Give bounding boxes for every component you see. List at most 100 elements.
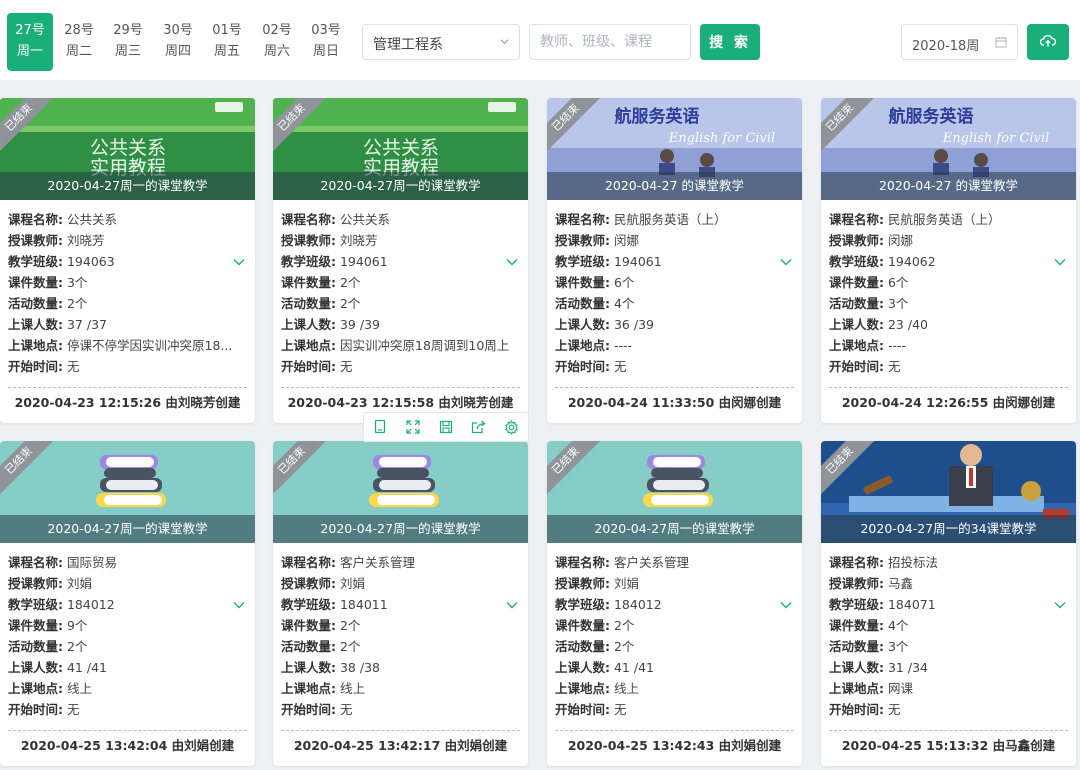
card-title: 2020-04-27周一的34课堂教学 [821, 515, 1076, 543]
chevron-down-icon[interactable] [506, 256, 518, 268]
card-title: 2020-04-27周一的课堂教学 [273, 515, 528, 543]
teacher-row: 授课教师: 闵娜 [555, 230, 794, 251]
location-row: 上课地点: ---- [555, 335, 794, 356]
activities-count: 2个 [339, 639, 361, 654]
card-title: 2020-04-27 的课堂教学 [547, 172, 802, 200]
day-date: 30号 [163, 23, 193, 38]
class-row: 教学班级: 194061 [555, 251, 794, 272]
chevron-down-icon[interactable] [1054, 599, 1066, 611]
card-toolbar [363, 412, 529, 442]
field-label: 授课教师: [555, 233, 610, 248]
course-cover: 已结束 2020-04-27周一的课堂教学 [547, 441, 802, 543]
field-label: 开始时间: [281, 702, 336, 717]
start-row: 开始时间: 无 [8, 356, 247, 377]
location-row: 上课地点: 因实训冲突原18周调到10周上 [281, 335, 520, 356]
course-card[interactable]: 公共关系 实用教程 已结束 2020-04-27周一的课堂教学 课程名称: 公共… [273, 98, 528, 423]
search-input[interactable] [529, 24, 691, 60]
teacher-name: 闵娜 [613, 233, 639, 248]
field-label: 上课人数: [281, 317, 336, 332]
start-value: 无 [66, 702, 80, 717]
chevron-down-icon[interactable] [233, 599, 245, 611]
activities-count: 2个 [339, 296, 361, 311]
materials-row: 课件数量: 6个 [555, 272, 794, 293]
field-label: 教学班级: [829, 254, 884, 269]
card-title: 2020-04-27周一的课堂教学 [0, 515, 255, 543]
course-card[interactable]: 已结束 2020-04-27周一的34课堂教学 课程名称: 招投标法 授课教师:… [821, 441, 1076, 766]
day-tab-2[interactable]: 29号 周三 [105, 13, 151, 71]
card-info: 课程名称: 公共关系 授课教师: 刘晓芳 教学班级: 194061 课件数量: … [273, 200, 528, 388]
cloud-upload-button[interactable] [1027, 24, 1069, 60]
search-button[interactable]: 搜 索 [700, 24, 760, 60]
course-name-row: 课程名称: 民航服务英语（上） [829, 209, 1068, 230]
day-tab-3[interactable]: 30号 周四 [155, 13, 201, 71]
day-tab-5[interactable]: 02号周六 [254, 13, 300, 71]
chevron-down-icon[interactable] [780, 599, 792, 611]
department-select[interactable]: 管理工程系 [362, 24, 520, 60]
class-row: 教学班级: 184071 [829, 594, 1068, 615]
copy-icon[interactable] [364, 413, 397, 441]
course-cover: 公共关系 实用教程 已结束 2020-04-27周一的课堂教学 [273, 98, 528, 200]
card-title: 2020-04-27周一的课堂教学 [0, 172, 255, 200]
day-tab-1[interactable]: 28号 周二 [56, 13, 102, 71]
field-label: 上课地点: [281, 338, 336, 353]
teacher-name: 刘晓芳 [66, 233, 105, 248]
start-row: 开始时间: 无 [281, 699, 520, 720]
field-label: 教学班级: [829, 597, 884, 612]
field-label: 开始时间: [829, 359, 884, 374]
course-card[interactable]: 已结束 2020-04-27周一的课堂教学 课程名称: 国际贸易 授课教师: 刘… [0, 441, 255, 766]
field-label: 上课人数: [8, 317, 63, 332]
attendance-count: 38 /38 [339, 660, 380, 675]
course-card[interactable]: 公共关系 实用教程 已结束 2020-04-27周一的课堂教学 课程名称: 公共… [0, 98, 255, 423]
location-row: 上课地点: 线上 [8, 678, 247, 699]
card-title: 2020-04-27周一的课堂教学 [273, 172, 528, 200]
course-name: 客户关系管理 [339, 555, 415, 570]
week-picker[interactable]: 2020-18周 [901, 24, 1018, 60]
day-date: 29号 [113, 23, 143, 38]
materials-count: 9个 [66, 618, 88, 633]
card-info: 课程名称: 民航服务英语（上） 授课教师: 闵娜 教学班级: 194062 课件… [821, 200, 1076, 388]
field-label: 活动数量: [8, 296, 63, 311]
day-date: 02号 [262, 23, 292, 38]
field-label: 上课地点: [8, 338, 63, 353]
course-card[interactable]: 已结束 2020-04-27周一的课堂教学 课程名称: 客户关系管理 授课教师:… [273, 441, 528, 766]
teacher-row: 授课教师: 刘娟 [281, 573, 520, 594]
settings-icon[interactable] [495, 413, 528, 441]
activities-row: 活动数量: 2个 [281, 636, 520, 657]
course-cover: 航服务英语 English for Civil 已结束 2020-04-27 的… [821, 98, 1076, 200]
day-weekday: 周日 [312, 44, 339, 59]
attendance-row: 上课人数: 41 /41 [555, 657, 794, 678]
fullscreen-icon[interactable] [397, 413, 430, 441]
card-footer: 2020-04-23 12:15:26 由刘晓芳创建 [8, 387, 247, 423]
day-tab-4[interactable]: 01号 周五 [204, 13, 250, 71]
course-cover: 航服务英语 English for Civil 已结束 2020-04-27 的… [547, 98, 802, 200]
course-card[interactable]: 航服务英语 English for Civil 已结束 2020-04-27 的… [547, 98, 802, 423]
course-name-row: 课程名称: 公共关系 [281, 209, 520, 230]
activities-count: 2个 [66, 296, 88, 311]
day-tab-0[interactable]: 27号 周一 [7, 13, 53, 71]
field-label: 上课地点: [555, 338, 610, 353]
class-code: 194061 [339, 254, 388, 269]
teacher-name: 闵娜 [887, 233, 913, 248]
activities-row: 活动数量: 3个 [829, 636, 1068, 657]
share-icon[interactable] [462, 413, 495, 441]
chevron-down-icon[interactable] [1054, 256, 1066, 268]
chevron-down-icon[interactable] [233, 256, 245, 268]
start-value: 无 [887, 359, 901, 374]
day-weekday: 周六 [263, 44, 290, 59]
start-row: 开始时间: 无 [8, 699, 247, 720]
chevron-down-icon[interactable] [506, 599, 518, 611]
chevron-down-icon[interactable] [780, 256, 792, 268]
course-card[interactable]: 航服务英语 English for Civil 已结束 2020-04-27 的… [821, 98, 1076, 423]
field-label: 授课教师: [829, 576, 884, 591]
field-label: 课件数量: [829, 618, 884, 633]
day-tab-6[interactable]: 03号 周日 [303, 13, 349, 71]
day-date: 28号 [64, 23, 94, 38]
save-icon[interactable] [430, 413, 463, 441]
teacher-name: 刘娟 [613, 576, 639, 591]
attendance-row: 上课人数: 23 /40 [829, 314, 1068, 335]
teacher-row: 授课教师: 刘晓芳 [8, 230, 247, 251]
materials-row: 课件数量: 6个 [829, 272, 1068, 293]
day-weekday: 周一 [16, 44, 43, 59]
course-name: 民航服务英语（上） [613, 212, 727, 227]
course-card[interactable]: 已结束 2020-04-27周一的课堂教学 课程名称: 客户关系管理 授课教师:… [547, 441, 802, 766]
